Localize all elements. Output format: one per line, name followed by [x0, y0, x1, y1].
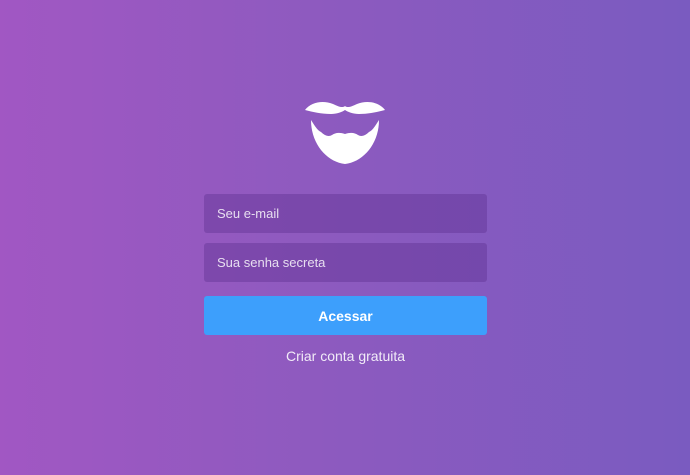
create-account-link[interactable]: Criar conta gratuita — [204, 348, 487, 364]
password-field[interactable] — [204, 243, 487, 282]
email-field[interactable] — [204, 194, 487, 233]
login-button[interactable]: Acessar — [204, 296, 487, 335]
mustache-beard-icon — [305, 102, 385, 164]
